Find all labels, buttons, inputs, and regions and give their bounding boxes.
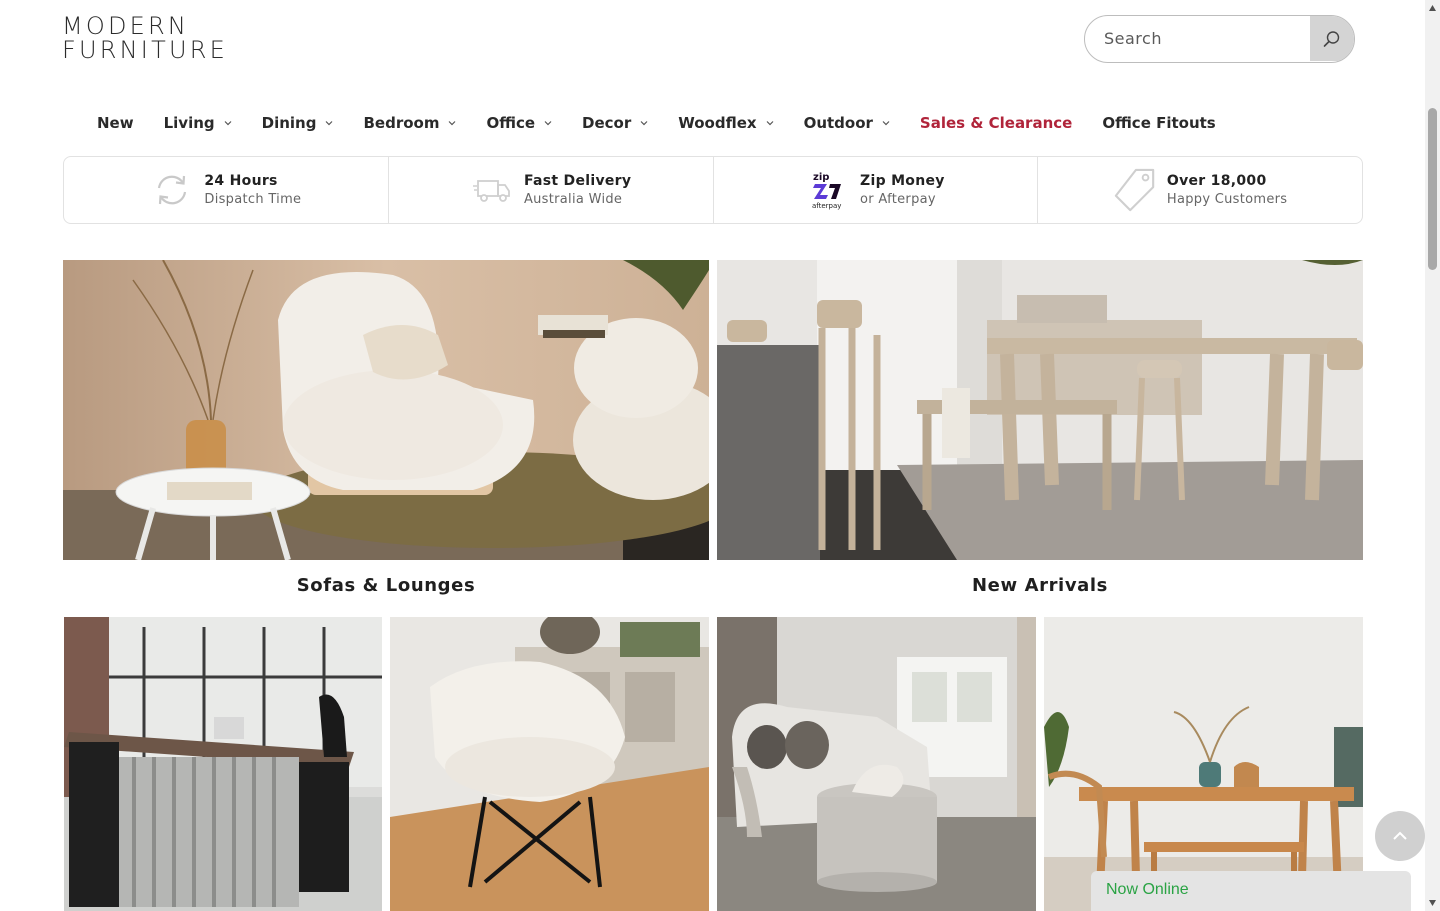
chevron-down-icon bbox=[640, 121, 648, 126]
usp-title: 24 Hours bbox=[204, 172, 278, 189]
scrollbar-thumb[interactable] bbox=[1428, 108, 1437, 270]
truck-icon bbox=[472, 180, 510, 202]
scroll-down-arrow-icon[interactable] bbox=[1428, 899, 1437, 907]
nav-item-dining[interactable]: Dining bbox=[247, 108, 349, 138]
product-tile[interactable] bbox=[390, 617, 709, 911]
nav-item-office[interactable]: Office bbox=[471, 108, 567, 138]
nav-label: New bbox=[97, 114, 134, 132]
nav-item-bedroom[interactable]: Bedroom bbox=[348, 108, 471, 138]
chevron-down-icon bbox=[882, 121, 890, 126]
search-button[interactable] bbox=[1310, 16, 1354, 61]
boucle-swivel-chair-photo bbox=[63, 260, 709, 560]
category-tile-new-arrivals[interactable] bbox=[717, 260, 1363, 560]
usp-payment: zip afterpay Zip Money or Afterpay bbox=[714, 157, 1039, 223]
chevron-down-icon bbox=[544, 121, 552, 126]
timber-dining-set-photo bbox=[1044, 617, 1363, 911]
category-caption[interactable]: Sofas & Lounges bbox=[63, 575, 709, 596]
boucle-egg-chair-photo bbox=[390, 617, 709, 911]
scroll-up-arrow-icon[interactable] bbox=[1428, 4, 1437, 12]
usp-customers: Over 18,000 Happy Customers bbox=[1038, 157, 1362, 223]
main-nav: New Living Dining Bedroom Office Decor W… bbox=[82, 108, 1231, 138]
price-tag-icon bbox=[1114, 168, 1155, 212]
nav-item-office-fitouts[interactable]: Office Fitouts bbox=[1087, 108, 1230, 138]
scroll-to-top-button[interactable] bbox=[1375, 811, 1425, 861]
nav-item-new[interactable]: New bbox=[82, 108, 149, 138]
refresh-icon bbox=[158, 175, 187, 205]
nav-label: Office Fitouts bbox=[1102, 114, 1216, 132]
nav-item-woodflex[interactable]: Woodflex bbox=[663, 108, 788, 138]
nav-label: Office bbox=[486, 114, 536, 132]
nav-item-sales-clearance[interactable]: Sales & Clearance bbox=[905, 108, 1087, 138]
usp-title: Zip Money bbox=[860, 172, 945, 189]
logo-line-2: FURNITURE bbox=[62, 36, 228, 64]
chevron-down-icon bbox=[766, 121, 773, 126]
nav-label: Sales & Clearance bbox=[919, 114, 1073, 132]
category-tile-sofas[interactable] bbox=[63, 260, 709, 560]
usp-subtitle: Dispatch Time bbox=[204, 191, 302, 207]
usp-dispatch: 24 Hours Dispatch Time bbox=[64, 157, 389, 223]
nav-label: Outdoor bbox=[803, 114, 873, 132]
curved-sofa-and-coffee-table-photo bbox=[717, 617, 1036, 911]
product-tile[interactable] bbox=[1044, 617, 1363, 911]
usp-bar: 24 Hours Dispatch Time Fast Delivery Aus… bbox=[63, 156, 1363, 224]
afterpay-logo-text: afterpay bbox=[812, 202, 841, 210]
usp-title: Over 18,000 bbox=[1166, 172, 1267, 189]
nav-item-decor[interactable]: Decor bbox=[567, 108, 663, 138]
logo-line-1: MODERN bbox=[62, 12, 190, 40]
executive-office-desk-photo bbox=[64, 617, 382, 911]
zip-afterpay-logo: zip afterpay bbox=[812, 172, 841, 210]
category-caption[interactable]: New Arrivals bbox=[717, 575, 1363, 596]
search-input[interactable] bbox=[1085, 16, 1311, 61]
usp-subtitle: Australia Wide bbox=[523, 191, 623, 207]
chevron-up-icon bbox=[1393, 831, 1407, 840]
zip-logo-text: zip bbox=[813, 172, 829, 183]
usp-title: Fast Delivery bbox=[523, 172, 632, 189]
nav-label: Woodflex bbox=[678, 114, 757, 132]
search-icon bbox=[1323, 30, 1340, 47]
nav-label: Decor bbox=[582, 114, 632, 132]
chevron-down-icon bbox=[326, 121, 333, 126]
chevron-down-icon bbox=[224, 121, 232, 126]
usp-delivery: Fast Delivery Australia Wide bbox=[389, 157, 714, 223]
nav-label: Dining bbox=[261, 114, 317, 132]
product-tile[interactable] bbox=[717, 617, 1036, 911]
nav-label: Bedroom bbox=[363, 114, 440, 132]
usp-subtitle: Happy Customers bbox=[1166, 191, 1288, 207]
nav-label: Living bbox=[163, 114, 215, 132]
usp-subtitle: or Afterpay bbox=[860, 191, 936, 207]
dining-room-set-photo bbox=[717, 260, 1363, 560]
live-chat-bar[interactable]: Now Online bbox=[1091, 871, 1411, 911]
product-tile[interactable] bbox=[64, 617, 382, 911]
chevron-down-icon bbox=[449, 121, 456, 126]
nav-item-outdoor[interactable]: Outdoor bbox=[789, 108, 905, 138]
search-bar bbox=[1084, 15, 1355, 63]
site-logo[interactable]: MODERN FURNITURE bbox=[62, 14, 234, 64]
nav-item-living[interactable]: Living bbox=[149, 108, 247, 138]
